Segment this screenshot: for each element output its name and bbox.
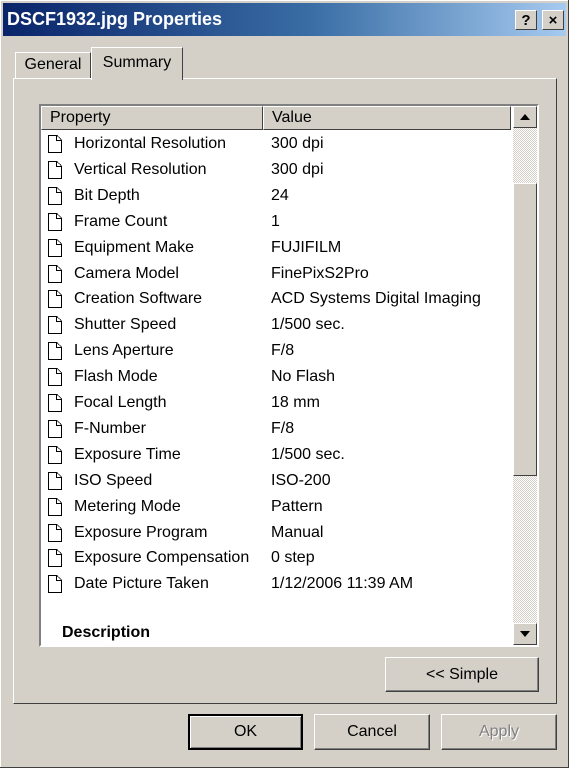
cancel-button[interactable]: Cancel [314, 714, 430, 750]
property-value: No Flash [271, 368, 336, 386]
simple-button[interactable]: << Simple [385, 657, 539, 692]
document-icon [48, 497, 62, 516]
scroll-down-button[interactable] [513, 623, 537, 645]
property-name: Exposure Time [74, 445, 181, 463]
document-icon [48, 471, 62, 490]
column-header-value[interactable]: Value [263, 106, 511, 130]
property-name: Metering Mode [74, 497, 181, 515]
property-list[interactable]: Property Value Horizontal Resolution 300 … [39, 104, 539, 647]
properties-dialog: DSCF1932.jpg Properties ? × General Summ… [0, 0, 569, 768]
document-icon [48, 342, 62, 361]
description-heading: Description [62, 624, 151, 641]
list-item[interactable]: Focal Length 18 mm [41, 391, 511, 417]
document-icon [48, 368, 62, 387]
property-name: Bit Depth [74, 186, 140, 204]
property-value: 300 dpi [271, 160, 324, 178]
property-name: Horizontal Resolution [74, 135, 227, 152]
close-button[interactable]: × [542, 10, 564, 30]
property-name: Shutter Speed [74, 316, 177, 334]
list-item[interactable]: Equipment Make FUJIFILM [41, 236, 511, 262]
document-icon [48, 419, 62, 438]
property-name: ISO Speed [74, 471, 153, 489]
property-value: 300 dpi [271, 135, 324, 152]
property-value: 24 [271, 186, 289, 204]
help-button[interactable]: ? [515, 10, 537, 30]
property-name: Lens Aperture [74, 342, 174, 360]
property-name: F-Number [74, 419, 147, 437]
tab-summary-label: Summary [102, 54, 172, 71]
tab-general[interactable]: General [15, 52, 91, 79]
list-item[interactable]: Camera Model FinePixS2Pro [41, 262, 511, 288]
property-value: 18 mm [271, 394, 320, 411]
property-value: F/8 [271, 342, 295, 360]
property-value: 0 step [271, 549, 315, 567]
property-name: Date Picture Taken [74, 575, 209, 593]
list-item[interactable]: Creation Software ACD Systems Digital Ima… [41, 287, 511, 313]
column-header-property[interactable]: Property [41, 106, 263, 130]
list-item[interactable]: Date Picture Taken 1/12/2006 11:39 AM [41, 572, 511, 598]
property-value: Manual [271, 523, 324, 541]
list-item[interactable]: Flash Mode No Flash [41, 365, 511, 391]
property-value: ACD Systems Digital Imaging [271, 290, 481, 308]
property-value: 1/500 sec. [271, 316, 345, 334]
list-item[interactable]: Vertical Resolution 300 dpi [41, 158, 511, 184]
property-value: F/8 [271, 419, 295, 437]
document-icon [48, 186, 62, 205]
tab-summary[interactable]: Summary [91, 47, 183, 80]
list-item[interactable]: Exposure Compensation 0 step [41, 546, 511, 572]
property-name: Focal Length [74, 394, 167, 411]
list-item[interactable]: Shutter Speed 1/500 sec. [41, 313, 511, 339]
document-icon [48, 290, 62, 309]
scroll-up-button[interactable] [513, 106, 537, 128]
property-name: Vertical Resolution [74, 160, 207, 178]
property-value: 1/500 sec. [271, 445, 345, 463]
ok-button[interactable]: OK [188, 714, 303, 750]
property-name: Exposure Program [74, 523, 208, 541]
title-bar[interactable]: DSCF1932.jpg Properties ? × [3, 3, 566, 36]
document-icon [48, 238, 62, 257]
property-value: 1/12/2006 11:39 AM [271, 575, 414, 593]
list-item[interactable]: Lens Aperture F/8 [41, 339, 511, 365]
document-icon [48, 212, 62, 231]
arrow-down-icon [520, 631, 530, 637]
list-header: Property Value [41, 106, 511, 130]
document-icon [48, 316, 62, 335]
vertical-scrollbar[interactable] [513, 106, 537, 645]
list-item[interactable]: Metering Mode Pattern [41, 495, 511, 521]
property-value: 1 [271, 212, 280, 230]
property-name: Exposure Compensation [74, 549, 250, 567]
arrow-up-icon [520, 114, 530, 120]
document-icon [48, 445, 62, 464]
list-item[interactable]: F-Number F/8 [41, 417, 511, 443]
document-icon [48, 523, 62, 542]
property-value: Pattern [271, 497, 323, 515]
window-title: DSCF1932.jpg Properties [7, 9, 223, 29]
list-item[interactable]: Exposure Program Manual [41, 521, 511, 547]
property-name: Flash Mode [74, 368, 158, 386]
property-name: Creation Software [74, 290, 203, 308]
document-icon [48, 575, 62, 594]
document-icon [48, 160, 62, 179]
property-name: Camera Model [74, 264, 179, 282]
document-icon [48, 549, 62, 568]
document-icon [48, 264, 62, 283]
property-name: Frame Count [74, 212, 168, 230]
property-name: Equipment Make [74, 238, 195, 256]
list-item[interactable]: Exposure Time 1/500 sec. [41, 443, 511, 469]
scroll-thumb[interactable] [513, 183, 537, 476]
document-icon [48, 135, 62, 153]
property-value: FinePixS2Pro [271, 264, 369, 282]
apply-button: Apply [441, 714, 557, 750]
list-item[interactable]: ISO Speed ISO-200 [41, 469, 511, 495]
list-item[interactable]: Frame Count 1 [41, 210, 511, 236]
document-icon [48, 394, 62, 412]
property-value: ISO-200 [271, 471, 331, 489]
tab-general-label: General [24, 56, 82, 73]
list-item[interactable]: Horizontal Resolution 300 dpi [41, 132, 511, 158]
property-value: FUJIFILM [271, 238, 342, 256]
list-item[interactable]: Bit Depth 24 [41, 184, 511, 210]
